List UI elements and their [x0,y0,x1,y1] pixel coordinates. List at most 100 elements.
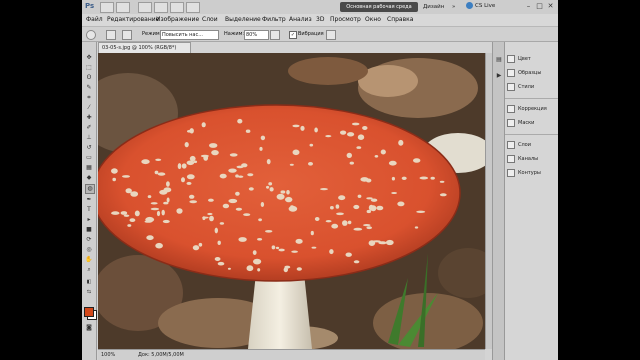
shape-icon[interactable]: ■ [85,226,93,234]
pressure-input[interactable]: 80% [244,30,269,40]
cap-spot [144,220,153,223]
swap-colors-icon[interactable]: ⇆ [85,288,93,296]
cap-spot [260,135,266,141]
channels-panel-icon [507,154,515,163]
quick-mask-icon[interactable]: ◙ [85,324,93,332]
workspace-design-button[interactable]: Дизайн [423,2,444,12]
path-select-icon[interactable]: ▸ [85,216,93,224]
panel-channels[interactable]: Каналы [507,154,557,164]
sponge-icon[interactable]: ◍ [85,184,95,194]
panel-paths[interactable]: Контуры [507,168,557,178]
zoom-level-icon[interactable] [138,2,152,13]
eyedropper-icon[interactable]: ⁄ [85,104,93,112]
panel-color[interactable]: Цвет [507,54,557,64]
panel-masks[interactable]: Маски [507,118,557,128]
healing-icon[interactable]: ✚ [85,114,93,122]
3d-orbit-icon[interactable]: ◎ [85,246,93,254]
workspace-essentials-button[interactable]: Основная рабочая среда [340,2,418,12]
menu-image[interactable]: Изображение [156,14,199,26]
tablet-pressure-icon[interactable] [326,30,336,40]
cap-spot [146,235,154,241]
pen-icon[interactable]: ✒ [85,196,93,204]
brush-icon[interactable]: ✐ [85,124,93,132]
cap-spot [308,162,313,166]
menu-view[interactable]: Просмотр [330,14,361,26]
cap-spot [198,242,203,247]
cap-spot [266,185,270,189]
history-panel-icon[interactable]: ▤ [495,56,503,64]
menu-filter[interactable]: Фильтр [262,14,286,26]
panel-styles[interactable]: Стили [507,82,557,92]
cap-spot [309,143,314,147]
lasso-icon[interactable]: ʘ [85,74,93,82]
cap-spot [134,210,140,217]
clone-stamp-icon[interactable]: ⊥ [85,134,93,142]
cap-spot [209,143,218,148]
brush-size-icon[interactable] [106,30,116,40]
workspace-more-button[interactable]: » [452,2,455,12]
panel-adjustments[interactable]: Коррекция [507,104,557,114]
panel-divider [505,98,558,99]
cap-spot [391,176,395,181]
marquee-icon[interactable]: ⬚ [85,64,93,72]
cap-spot [310,230,314,236]
arrange-documents-icon[interactable] [170,2,184,13]
sponge-tool-preset-icon[interactable] [86,30,96,40]
styles-panel-icon [507,82,515,91]
screen-mode-icon[interactable] [186,2,200,13]
menu-file[interactable]: Файл [86,14,103,26]
type-icon[interactable]: T [85,206,93,214]
vibrance-checkbox[interactable]: ✓ [289,31,297,39]
3d-rotate-icon[interactable]: ⟳ [85,236,93,244]
canvas-scrollbar[interactable] [485,53,492,349]
menu-help[interactable]: Справка [387,14,413,26]
menu-3d[interactable]: 3D [316,14,324,26]
brush-panel-icon[interactable] [122,30,132,40]
cap-spot [338,195,346,201]
actions-panel-icon[interactable]: ▶ [495,72,503,80]
masks-panel-icon [507,118,515,127]
menu-window[interactable]: Окно [365,14,381,26]
eraser-icon[interactable]: ▭ [85,154,93,162]
menu-edit[interactable]: Редактирование [107,14,159,26]
document-tab[interactable]: 03-05-s.jpg @ 100% (RGB/8*) [98,42,191,53]
cap-spot [219,173,227,179]
blur-icon[interactable]: ◆ [85,174,93,182]
close-button[interactable]: ✕ [545,1,556,11]
panel-layers[interactable]: Слои [507,140,557,150]
default-colors-icon[interactable]: ◧ [85,278,93,286]
maximize-button[interactable]: □ [534,1,545,11]
doc-info[interactable]: Док: 5,00М/5,00М [138,350,184,360]
document-canvas[interactable] [98,53,485,349]
bridge-icon[interactable] [100,2,114,13]
menu-layers[interactable]: Слои [202,14,218,26]
minimize-button[interactable]: – [523,1,534,11]
swatches-panel-icon [507,68,515,77]
move-icon[interactable]: ✥ [85,54,93,62]
panel-swatches[interactable]: Образцы [507,68,557,78]
hand-icon[interactable]: ✋ [85,256,93,264]
mini-bridge-icon[interactable] [116,2,130,13]
zoom-field[interactable]: 100% [101,350,115,360]
menu-select[interactable]: Выделение [225,14,261,26]
photoshop-logo: Ps [85,2,95,10]
hand-tool-icon[interactable] [154,2,168,13]
cap-spot [380,149,386,155]
cap-spot [163,201,169,205]
cap-spot [291,250,298,253]
cap-spot [235,207,242,211]
cs-live-button[interactable]: CS Live [466,1,495,12]
gradient-icon[interactable]: ▦ [85,164,93,172]
mode-select[interactable]: Повысить нас... [160,30,219,40]
zoom-icon[interactable]: ⌕ [85,266,93,274]
crop-icon[interactable]: ⌗ [85,94,93,102]
airbrush-icon[interactable] [270,30,280,40]
cap-spot [181,177,185,183]
cap-spot [271,245,276,250]
foreground-color-swatch[interactable] [84,307,94,317]
cap-spot [430,176,435,180]
history-brush-icon[interactable]: ↺ [85,144,93,152]
cap-spot [336,212,344,216]
quick-select-icon[interactable]: ✎ [85,84,93,92]
menu-analysis[interactable]: Анализ [289,14,312,26]
